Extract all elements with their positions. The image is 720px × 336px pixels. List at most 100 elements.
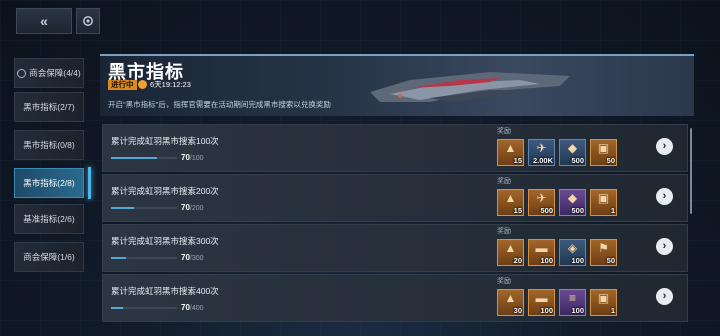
sidebar-item-0[interactable]: 商会保障(4/4) bbox=[14, 58, 84, 88]
reward-item[interactable]: ◆ 500 bbox=[559, 139, 586, 166]
progress-fill bbox=[111, 257, 127, 259]
aircraft-icon: ✈ bbox=[536, 141, 547, 155]
crate-icon: ▣ bbox=[597, 191, 610, 205]
reward-list: ▲ 15 ✈ 2.00K ◆ 500 ▣ 50 bbox=[497, 139, 617, 166]
progress-total: /400 bbox=[189, 305, 204, 312]
progress-text: 70/100 bbox=[181, 153, 204, 162]
chevron-right-icon: › bbox=[662, 190, 667, 202]
clock-icon bbox=[138, 80, 147, 89]
go-button[interactable]: › bbox=[656, 238, 673, 255]
blueprint-icon: ▲ bbox=[504, 141, 517, 155]
sidebar-item-label: 黑市指标(0/8) bbox=[23, 140, 75, 150]
reward-quantity: 50 bbox=[606, 156, 615, 165]
refresh-icon bbox=[83, 16, 93, 26]
progress-bar bbox=[111, 307, 177, 309]
chest-icon: ▬ bbox=[535, 241, 548, 255]
sidebar-item-3[interactable]: 黑市指标(2/8) bbox=[14, 167, 91, 199]
sidebar-item-label: 商会保障(1/6) bbox=[23, 252, 75, 262]
chevron-right-icon: › bbox=[662, 140, 667, 152]
reward-quantity: 15 bbox=[513, 156, 522, 165]
go-button[interactable]: › bbox=[656, 288, 673, 305]
reward-list: ▲ 20 ▬ 100 ◈ 100 ⚑ 50 bbox=[497, 239, 617, 266]
go-button[interactable]: › bbox=[656, 138, 673, 155]
progress-fill bbox=[111, 307, 123, 309]
chest-icon: ▬ bbox=[535, 291, 548, 305]
starship-illustration bbox=[370, 72, 570, 102]
reward-quantity: 500 bbox=[540, 206, 553, 215]
scrollbar[interactable] bbox=[690, 128, 692, 214]
reward-quantity: 500 bbox=[571, 206, 584, 215]
reward-item[interactable]: ▲ 30 bbox=[497, 289, 524, 316]
reward-item[interactable]: ⚑ 50 bbox=[590, 239, 617, 266]
back-button[interactable]: « bbox=[16, 8, 72, 34]
reward-label: 奖励 bbox=[497, 178, 511, 185]
reward-quantity: 20 bbox=[513, 256, 522, 265]
sidebar-item-label: 黑市指标(2/7) bbox=[23, 102, 75, 112]
reward-item[interactable]: ▲ 15 bbox=[497, 189, 524, 216]
crystal-icon: ◆ bbox=[567, 141, 578, 155]
reward-item[interactable]: ✈ 500 bbox=[528, 189, 555, 216]
chevron-right-icon: › bbox=[662, 240, 667, 252]
go-button[interactable]: › bbox=[656, 188, 673, 205]
reward-quantity: 30 bbox=[513, 306, 522, 315]
event-banner: 黑市指标 进行中 6天19:12:23 开启"黑市指标"后，指挥官需要在活动期间… bbox=[100, 54, 694, 116]
reward-label: 奖励 bbox=[497, 128, 511, 135]
reward-quantity: 100 bbox=[540, 256, 553, 265]
crate-icon: ▣ bbox=[597, 141, 610, 155]
sidebar-item-label: 基准指标(2/6) bbox=[23, 214, 75, 224]
reward-item[interactable]: ▲ 20 bbox=[497, 239, 524, 266]
reward-item[interactable]: ≡ 100 bbox=[559, 289, 586, 316]
reward-list: ▲ 15 ✈ 500 ◆ 500 ▣ 1 bbox=[497, 189, 617, 216]
task-title: 累计完成虹羽黑市搜索300次 bbox=[111, 236, 219, 246]
reward-quantity: 15 bbox=[513, 206, 522, 215]
progress-total: /200 bbox=[189, 205, 204, 212]
countdown-timer: 6天19:12:23 bbox=[150, 80, 191, 89]
reward-item[interactable]: ▲ 15 bbox=[497, 139, 524, 166]
task-title: 累计完成虹羽黑市搜索400次 bbox=[111, 286, 219, 296]
sidebar-item-5[interactable]: 商会保障(1/6) bbox=[14, 242, 84, 272]
blueprint-icon: ▲ bbox=[504, 241, 517, 255]
progress-text: 70/300 bbox=[181, 253, 204, 262]
reward-quantity: 100 bbox=[571, 306, 584, 315]
task-title: 累计完成虹羽黑市搜索100次 bbox=[111, 136, 219, 146]
refresh-button[interactable] bbox=[76, 8, 100, 34]
task-row: 累计完成虹羽黑市搜索400次 70/400 奖励 ▲ 30 ▬ 100 ≡ 10… bbox=[102, 274, 688, 322]
ammo-icon: ≡ bbox=[568, 291, 576, 305]
progress-bar bbox=[111, 257, 177, 259]
sidebar-item-4[interactable]: 基准指标(2/6) bbox=[14, 204, 84, 234]
reward-quantity: 1 bbox=[610, 306, 615, 315]
reward-item[interactable]: ✈ 2.00K bbox=[528, 139, 555, 166]
aircraft-icon: ✈ bbox=[536, 191, 547, 205]
status-badge: 进行中 bbox=[108, 80, 137, 90]
sidebar-item-label: 黑市指标(2/8) bbox=[23, 178, 75, 188]
progress-bar bbox=[111, 207, 177, 209]
reward-quantity: 1 bbox=[610, 206, 615, 215]
check-circle-icon bbox=[17, 68, 27, 78]
reward-item[interactable]: ▣ 1 bbox=[590, 289, 617, 316]
sidebar-item-1[interactable]: 黑市指标(2/7) bbox=[14, 92, 84, 122]
reward-quantity: 50 bbox=[606, 256, 615, 265]
crate-icon: ▣ bbox=[597, 291, 610, 305]
crystal-icon: ◆ bbox=[567, 191, 578, 205]
sidebar-item-2[interactable]: 黑市指标(0/8) bbox=[14, 130, 84, 160]
reward-quantity: 2.00K bbox=[532, 156, 553, 165]
progress-current: 70 bbox=[181, 153, 190, 162]
progress-current: 70 bbox=[181, 253, 190, 262]
progress-fill bbox=[111, 207, 135, 209]
task-row: 累计完成虹羽黑市搜索200次 70/200 奖励 ▲ 15 ✈ 500 ◆ 50… bbox=[102, 174, 688, 222]
reward-item[interactable]: ◈ 100 bbox=[559, 239, 586, 266]
blueprint-icon: ▲ bbox=[504, 291, 517, 305]
progress-bar bbox=[111, 157, 177, 159]
reward-item[interactable]: ▬ 100 bbox=[528, 289, 555, 316]
reward-label: 奖励 bbox=[497, 228, 511, 235]
reward-item[interactable]: ▣ 50 bbox=[590, 139, 617, 166]
progress-current: 70 bbox=[181, 303, 190, 312]
progress-fill bbox=[111, 157, 158, 159]
sidebar-item-label: 商会保障(4/4) bbox=[29, 68, 81, 78]
reward-item[interactable]: ◆ 500 bbox=[559, 189, 586, 216]
task-title: 累计完成虹羽黑市搜索200次 bbox=[111, 186, 219, 196]
reward-item[interactable]: ▬ 100 bbox=[528, 239, 555, 266]
task-row: 累计完成虹羽黑市搜索300次 70/300 奖励 ▲ 20 ▬ 100 ◈ 10… bbox=[102, 224, 688, 272]
chevron-right-icon: › bbox=[662, 290, 667, 302]
reward-item[interactable]: ▣ 1 bbox=[590, 189, 617, 216]
